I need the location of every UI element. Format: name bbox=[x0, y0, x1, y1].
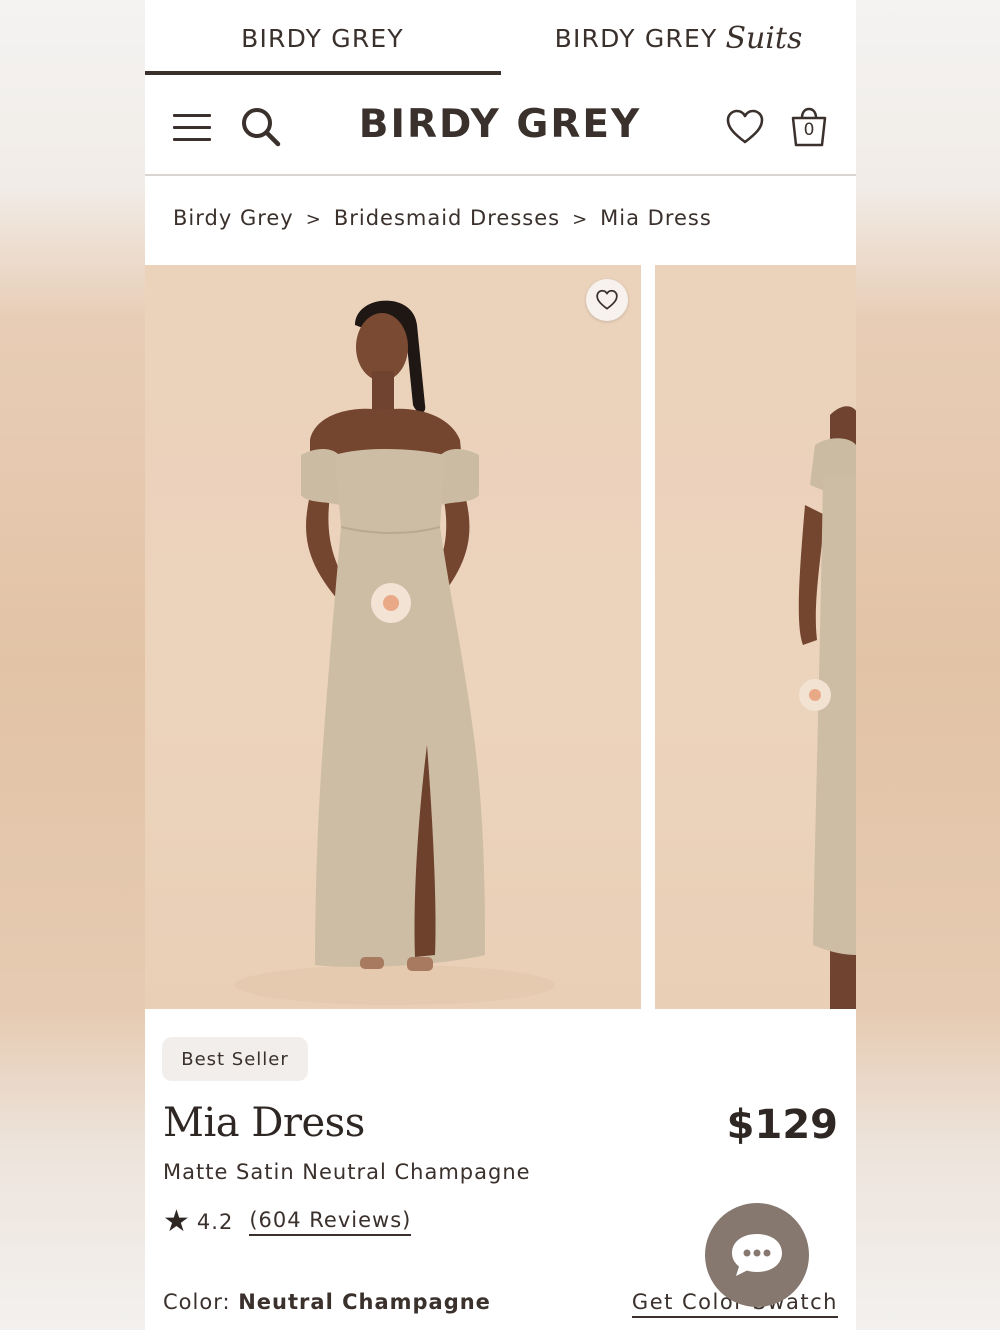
color-value: Neutral Champagne bbox=[238, 1290, 491, 1314]
reviews-link[interactable]: (604 Reviews) bbox=[249, 1208, 412, 1236]
breadcrumb-current[interactable]: Mia Dress bbox=[600, 206, 712, 230]
rating-value: 4.2 bbox=[196, 1210, 234, 1234]
cart-count: 0 bbox=[803, 120, 815, 140]
site-logo[interactable]: BIRDY GREY bbox=[325, 102, 675, 147]
best-seller-badge: Best Seller bbox=[162, 1037, 308, 1081]
brand-tabs: BIRDY GREY BIRDY GREY Suits bbox=[145, 0, 856, 76]
menu-icon[interactable] bbox=[173, 112, 211, 142]
breadcrumb-separator: > bbox=[572, 209, 589, 230]
product-image-main[interactable] bbox=[145, 265, 641, 1009]
heart-icon bbox=[596, 289, 618, 310]
model-front-image bbox=[235, 300, 555, 1005]
product-rating: ★ 4.2 (604 Reviews) bbox=[163, 1204, 412, 1239]
product-image-secondary[interactable] bbox=[655, 265, 856, 1009]
tab-birdy-grey-label: BIRDY GREY bbox=[241, 23, 404, 53]
shopping-bag-icon[interactable]: 0 bbox=[789, 106, 829, 148]
star-icon: ★ bbox=[163, 1204, 191, 1239]
search-icon[interactable] bbox=[240, 106, 282, 148]
breadcrumb-separator: > bbox=[305, 209, 322, 230]
tab-birdy-grey-suits[interactable]: BIRDY GREY Suits bbox=[501, 0, 856, 76]
chat-button[interactable] bbox=[705, 1203, 809, 1307]
wishlist-heart-icon[interactable] bbox=[725, 108, 765, 146]
breadcrumb-category[interactable]: Bridesmaid Dresses bbox=[334, 206, 560, 230]
product-price: $129 bbox=[726, 1102, 838, 1148]
product-page: BIRDY GREY BIRDY GREY Suits BIRDY GREY 0 bbox=[145, 0, 856, 1330]
tab-birdy-grey[interactable]: BIRDY GREY bbox=[145, 0, 500, 76]
product-title: Mia Dress bbox=[163, 1100, 365, 1146]
site-header: BIRDY GREY 0 bbox=[145, 78, 856, 176]
breadcrumb-home[interactable]: Birdy Grey bbox=[173, 206, 294, 230]
model-side-image bbox=[798, 406, 856, 1009]
chat-bubble-icon bbox=[732, 1234, 782, 1276]
active-tab-indicator bbox=[145, 71, 501, 75]
breadcrumb: Birdy Grey > Bridesmaid Dresses > Mia Dress bbox=[173, 206, 712, 230]
product-subtitle: Matte Satin Neutral Champagne bbox=[163, 1160, 531, 1184]
color-label: Color: bbox=[163, 1290, 231, 1314]
tab-suits-word: Suits bbox=[725, 20, 803, 56]
favorite-button[interactable] bbox=[586, 279, 628, 321]
tab-suits-prefix: BIRDY GREY bbox=[554, 23, 718, 53]
color-row: Color: Neutral Champagne bbox=[163, 1290, 491, 1314]
